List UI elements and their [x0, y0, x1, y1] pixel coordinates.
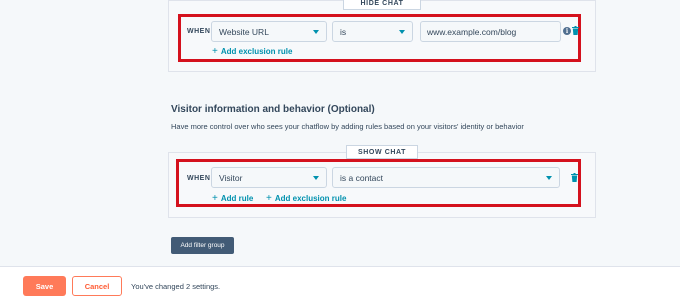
- show-chat-operator-select[interactable]: is a contact: [332, 167, 560, 188]
- show-chat-property-value: Visitor: [219, 172, 243, 183]
- show-chat-when-label: WHEN: [187, 175, 211, 182]
- show-chat-operator-value: is a contact: [340, 172, 383, 183]
- hide-chat-add-exclusion-rule-link[interactable]: + Add exclusion rule: [212, 46, 292, 57]
- delete-rule-button[interactable]: [570, 172, 579, 183]
- show-chat-tag: SHOW CHAT: [346, 145, 418, 159]
- trash-icon: [572, 26, 579, 35]
- add-exclusion-rule-label: Add exclusion rule: [220, 47, 293, 56]
- save-button[interactable]: Save: [23, 276, 66, 296]
- show-chat-property-select[interactable]: Visitor: [211, 167, 327, 188]
- show-chat-add-rule-link[interactable]: + Add rule: [212, 193, 253, 204]
- hide-chat-tag: HIDE CHAT: [343, 0, 421, 10]
- cancel-button[interactable]: Cancel: [72, 276, 122, 296]
- plus-icon: +: [212, 46, 218, 57]
- hide-chat-operator-value: is: [340, 26, 347, 37]
- plus-icon: +: [212, 193, 218, 204]
- show-chat-add-exclusion-rule-link[interactable]: + Add exclusion rule: [266, 193, 346, 204]
- hide-chat-property-value: Website URL: [219, 26, 269, 37]
- delete-rule-button[interactable]: [571, 25, 580, 36]
- chevron-down-icon: [546, 176, 552, 180]
- hide-chat-property-select[interactable]: Website URL: [211, 21, 327, 42]
- hide-chat-value-text: www.example.com/blog: [427, 26, 517, 37]
- visitor-section-title: Visitor information and behavior (Option…: [171, 104, 375, 115]
- info-icon[interactable]: i: [563, 27, 571, 35]
- trash-icon: [571, 173, 578, 182]
- visitor-section-description: Have more control over who sees your cha…: [171, 122, 524, 131]
- add-exclusion-rule-label: Add exclusion rule: [274, 194, 347, 203]
- add-filter-group-button[interactable]: Add filter group: [171, 237, 234, 254]
- chevron-down-icon: [313, 30, 319, 34]
- plus-icon: +: [266, 193, 272, 204]
- chevron-down-icon: [313, 176, 319, 180]
- hide-chat-value-input[interactable]: www.example.com/blog: [420, 21, 561, 42]
- hide-chat-operator-select[interactable]: is: [332, 21, 413, 42]
- hide-chat-when-label: WHEN: [187, 28, 211, 35]
- chevron-down-icon: [399, 30, 405, 34]
- unsaved-changes-status: You've changed 2 settings.: [131, 282, 221, 291]
- info-glyph: i: [563, 27, 571, 35]
- add-rule-label: Add rule: [220, 194, 254, 203]
